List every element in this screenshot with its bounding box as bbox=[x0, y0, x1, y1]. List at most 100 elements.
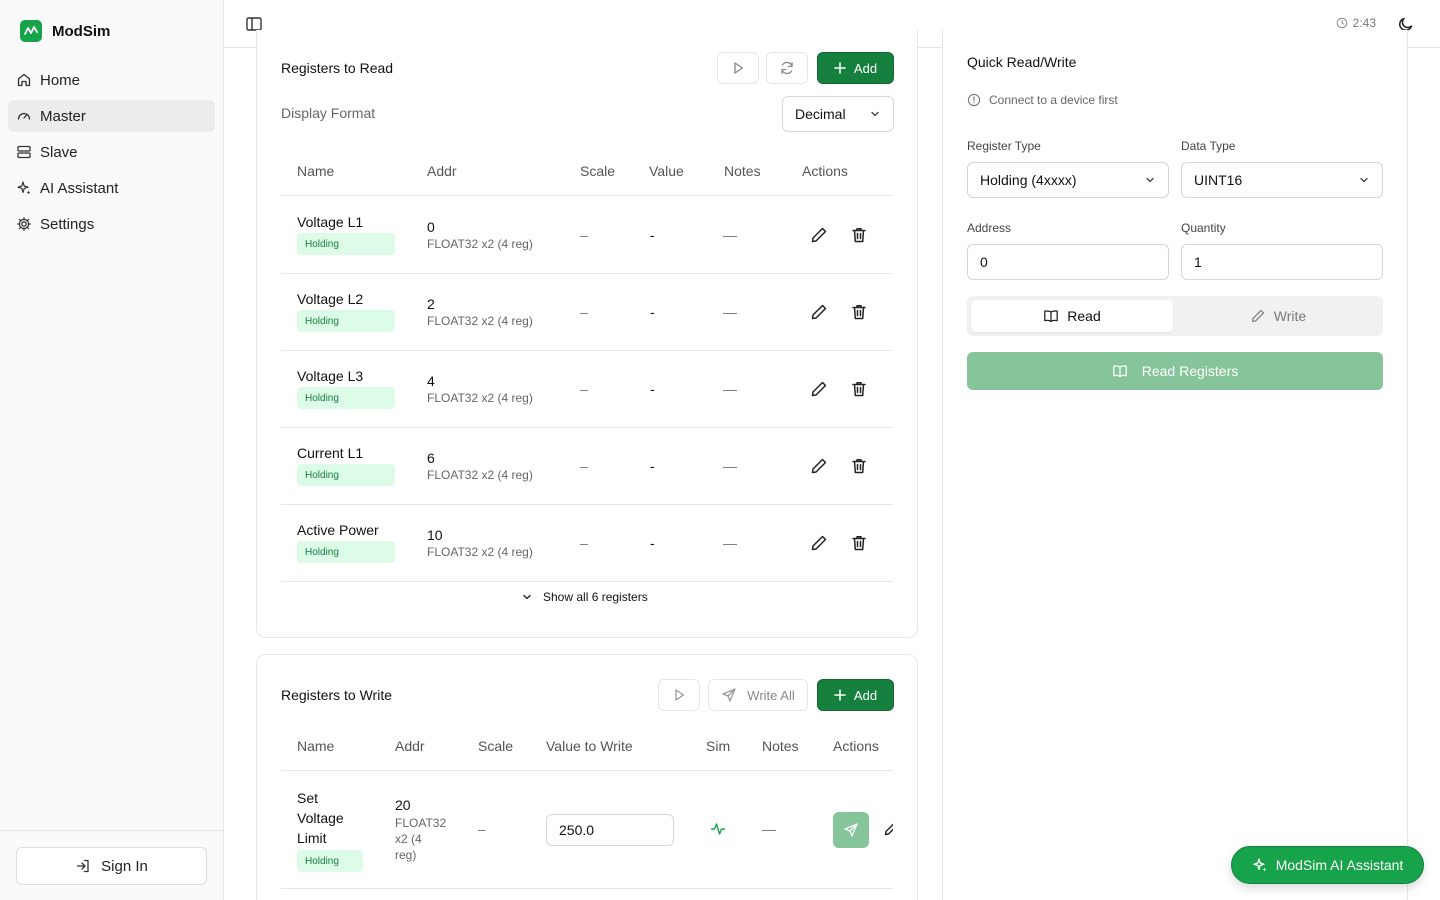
notes-value: — bbox=[723, 304, 737, 320]
read-registers-button[interactable]: Read Registers bbox=[967, 352, 1383, 390]
address-value: 10 bbox=[427, 527, 443, 543]
data-type-select[interactable]: UINT16 bbox=[1181, 162, 1383, 198]
current-value: - bbox=[650, 535, 655, 551]
value-to-write-input[interactable] bbox=[546, 814, 674, 846]
sparkles-icon bbox=[17, 181, 31, 195]
quick-read-write-card: Quick Read/Write Connect to a device fir… bbox=[942, 30, 1408, 900]
brand[interactable]: ModSim bbox=[20, 20, 110, 42]
ai-assistant-button[interactable]: ModSim AI Assistant bbox=[1231, 846, 1424, 884]
tab-read[interactable]: Read bbox=[971, 300, 1173, 332]
clock-time: 2:43 bbox=[1352, 16, 1376, 30]
column-header: Value bbox=[649, 163, 684, 179]
edit-button[interactable] bbox=[883, 821, 893, 837]
display-format-label: Display Format bbox=[281, 105, 376, 121]
register-name: Voltage bbox=[297, 810, 344, 826]
pencil-icon bbox=[811, 227, 827, 243]
register-type-badge: Holding bbox=[297, 464, 395, 486]
address-cell: 6 FLOAT32 x2 (4 reg) bbox=[427, 450, 533, 482]
delete-button[interactable] bbox=[849, 533, 869, 553]
register-name: Set bbox=[297, 790, 319, 806]
edit-button[interactable] bbox=[809, 379, 829, 399]
sim-toggle[interactable] bbox=[710, 821, 726, 837]
register-name-cell: Set Voltage Limit Holding bbox=[297, 788, 363, 872]
chevron-down-icon bbox=[871, 111, 879, 117]
send-icon bbox=[722, 688, 736, 702]
notes-value: — bbox=[762, 821, 776, 837]
read-write-toggle: Read Write bbox=[967, 296, 1383, 336]
column-header: Name bbox=[297, 738, 335, 754]
sign-in-label: Sign In bbox=[101, 857, 148, 875]
chevron-down-icon bbox=[523, 594, 531, 600]
registers-to-read-card: Registers to Read Add Display Format Dec… bbox=[256, 30, 918, 638]
register-type-badge: Holding bbox=[297, 541, 395, 563]
edit-button[interactable] bbox=[809, 456, 829, 476]
play-icon bbox=[734, 62, 744, 74]
notes-value: — bbox=[723, 381, 737, 397]
data-type-label: Data Type bbox=[1181, 139, 1236, 153]
delete-button[interactable] bbox=[849, 379, 869, 399]
notes-value: — bbox=[723, 227, 737, 243]
write-all-button[interactable]: Write All bbox=[708, 679, 808, 711]
current-value: - bbox=[650, 227, 655, 243]
edit-button[interactable] bbox=[809, 302, 829, 322]
write-all-label: Write All bbox=[747, 687, 795, 703]
tab-write[interactable]: Write bbox=[1177, 300, 1379, 332]
register-type-badge: Holding bbox=[297, 850, 363, 872]
table-row: Voltage L2 Holding 2 FLOAT32 x2 (4 reg) – - — bbox=[281, 274, 893, 351]
refresh-icon bbox=[781, 61, 793, 75]
register-type-select[interactable]: Holding (4xxxx) bbox=[967, 162, 1169, 198]
poll-start-button[interactable] bbox=[717, 52, 759, 84]
column-header: Addr bbox=[395, 738, 425, 754]
register-name-cell: Voltage L1 Holding bbox=[297, 214, 395, 255]
write-table-header: Name Addr Scale Value to Write Sim Notes… bbox=[281, 721, 893, 771]
column-header: Actions bbox=[833, 738, 879, 754]
home-icon bbox=[17, 73, 31, 87]
display-format-select[interactable]: Decimal bbox=[782, 96, 894, 132]
address-format: x2 (4 bbox=[395, 832, 422, 846]
address-input[interactable] bbox=[967, 244, 1169, 280]
delete-button[interactable] bbox=[849, 302, 869, 322]
delete-button[interactable] bbox=[849, 225, 869, 245]
register-name-cell: Current L1 Holding bbox=[297, 445, 395, 486]
add-write-register-button[interactable]: Add bbox=[817, 679, 894, 711]
log-in-icon bbox=[76, 859, 89, 873]
trash-icon bbox=[852, 228, 866, 243]
plus-icon bbox=[834, 62, 846, 74]
sidebar-item-ai-assistant[interactable]: AI Assistant bbox=[8, 172, 215, 204]
add-read-register-button[interactable]: Add bbox=[817, 52, 894, 84]
address-value: 2 bbox=[427, 296, 435, 312]
edit-button[interactable] bbox=[809, 533, 829, 553]
trash-icon bbox=[852, 459, 866, 474]
address-format: reg) bbox=[395, 848, 417, 862]
show-all-registers-button[interactable]: Show all 6 registers bbox=[521, 590, 648, 604]
sidebar-item-home[interactable]: Home bbox=[8, 64, 215, 96]
quantity-label: Quantity bbox=[1181, 221, 1226, 235]
sign-in-button[interactable]: Sign In bbox=[16, 847, 207, 885]
column-header: Notes bbox=[724, 163, 761, 179]
column-header: Actions bbox=[802, 163, 848, 179]
address-cell: 4 FLOAT32 x2 (4 reg) bbox=[427, 373, 533, 405]
edit-button[interactable] bbox=[809, 225, 829, 245]
chevron-down-icon bbox=[1146, 177, 1154, 183]
quantity-input[interactable] bbox=[1181, 244, 1383, 280]
scale-value: – bbox=[580, 458, 588, 474]
write-play-button[interactable] bbox=[658, 679, 700, 711]
sidebar-item-master[interactable]: Master bbox=[8, 100, 215, 132]
current-value: - bbox=[650, 458, 655, 474]
sidebar-footer: Sign In bbox=[0, 830, 223, 900]
tab-read-label: Read bbox=[1067, 308, 1101, 324]
sidebar-item-slave[interactable]: Slave bbox=[8, 136, 215, 168]
register-type-badge: Holding bbox=[297, 310, 395, 332]
column-header: Notes bbox=[762, 738, 799, 754]
clock: 2:43 bbox=[1336, 16, 1376, 30]
table-row: Voltage L1 Holding 0 FLOAT32 x2 (4 reg) – - — bbox=[281, 197, 893, 274]
column-header: Name bbox=[297, 163, 335, 179]
refresh-button[interactable] bbox=[766, 52, 808, 84]
app-name: ModSim bbox=[52, 22, 111, 40]
delete-button[interactable] bbox=[849, 456, 869, 476]
register-name-cell: Voltage L3 Holding bbox=[297, 368, 395, 409]
write-register-button[interactable] bbox=[833, 812, 869, 848]
register-name: Limit bbox=[297, 830, 327, 846]
sidebar-item-settings[interactable]: Settings bbox=[8, 208, 215, 240]
column-header: Addr bbox=[427, 163, 457, 179]
